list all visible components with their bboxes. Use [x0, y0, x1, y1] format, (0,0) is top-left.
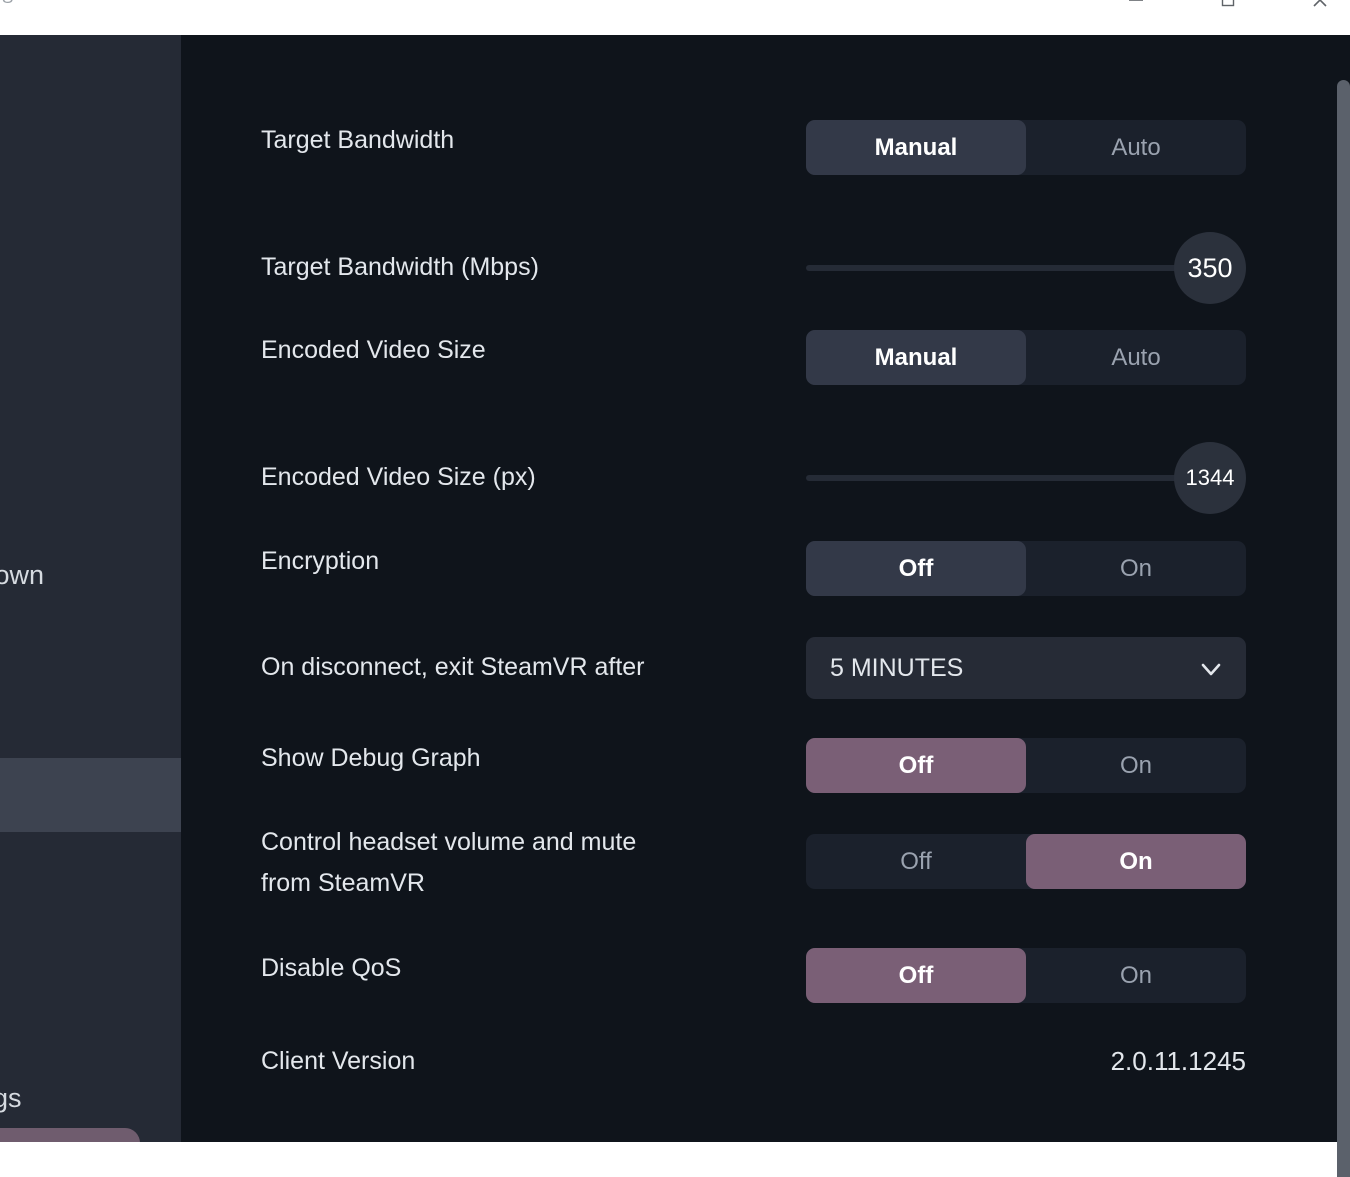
- segmented-control-encoded-video-size[interactable]: Manual Auto: [806, 330, 1246, 385]
- window-titlebar: S: [0, 0, 1350, 35]
- slider-target-bandwidth-mbps[interactable]: 350: [806, 232, 1246, 304]
- slider-thumb-value[interactable]: 350: [1174, 232, 1246, 304]
- setting-label: Encoded Video Size: [261, 336, 486, 364]
- setting-label: Encryption: [261, 547, 380, 575]
- setting-label: Target Bandwidth: [261, 126, 455, 154]
- slider-encoded-video-size-px[interactable]: 1344: [806, 442, 1246, 514]
- segmented-control-control-headset-volume[interactable]: Off On: [806, 834, 1246, 889]
- dropdown-exit-steamvr-after[interactable]: 5 MINUTES: [806, 637, 1246, 699]
- maximize-icon: [1217, 0, 1239, 11]
- slider-track[interactable]: [806, 475, 1230, 481]
- segment-option-auto[interactable]: Auto: [1026, 120, 1246, 175]
- vertical-scrollbar-thumb[interactable]: [1337, 80, 1350, 1177]
- minimize-button[interactable]: [1113, 0, 1159, 18]
- segmented-control-target-bandwidth[interactable]: Manual Auto: [806, 120, 1246, 175]
- settings-pane: Target Bandwidth Manual Auto Target Band…: [181, 35, 1350, 1142]
- setting-label: Client Version: [261, 1047, 416, 1075]
- setting-label: On disconnect, exit SteamVR after: [261, 653, 645, 681]
- segment-option-manual[interactable]: Manual: [806, 120, 1026, 175]
- close-icon: [1308, 0, 1332, 12]
- segment-option-on[interactable]: On: [1026, 541, 1246, 596]
- sidebar-action-button[interactable]: [0, 1128, 140, 1142]
- dropdown-selected-value: 5 MINUTES: [830, 654, 964, 682]
- setting-label: Control headset volume and mute from Ste…: [261, 828, 637, 897]
- maximize-button[interactable]: [1205, 0, 1251, 18]
- segment-option-on[interactable]: On: [1026, 948, 1246, 1003]
- segmented-control-encryption[interactable]: Off On: [806, 541, 1246, 596]
- segment-option-on[interactable]: On: [1026, 834, 1246, 889]
- setting-label: Show Debug Graph: [261, 744, 481, 772]
- setting-label: Disable QoS: [261, 954, 402, 982]
- setting-label: Target Bandwidth (Mbps): [261, 253, 539, 281]
- segment-option-off[interactable]: Off: [806, 948, 1026, 1003]
- sidebar-item-shutdown[interactable]: tdown: [0, 560, 44, 591]
- setting-label: Encoded Video Size (px): [261, 463, 536, 491]
- minimize-icon: [1125, 0, 1147, 11]
- segmented-control-disable-qos[interactable]: Off On: [806, 948, 1246, 1003]
- sidebar-selected-item[interactable]: [0, 758, 181, 832]
- segment-option-off[interactable]: Off: [806, 738, 1026, 793]
- close-button[interactable]: [1297, 0, 1343, 18]
- window-title: S: [2, 0, 13, 8]
- chevron-down-icon: [1198, 656, 1224, 682]
- segment-option-off[interactable]: Off: [806, 541, 1026, 596]
- slider-thumb-value[interactable]: 1344: [1174, 442, 1246, 514]
- segment-option-auto[interactable]: Auto: [1026, 330, 1246, 385]
- segment-option-manual[interactable]: Manual: [806, 330, 1026, 385]
- app-window: tdown ings Target Bandwidth Manual Auto …: [0, 35, 1350, 1177]
- segment-option-on[interactable]: On: [1026, 738, 1246, 793]
- sidebar-item-settings[interactable]: ings: [0, 1083, 22, 1114]
- slider-track[interactable]: [806, 265, 1230, 271]
- client-version-value: 2.0.11.1245: [1110, 1046, 1246, 1076]
- segmented-control-show-debug-graph[interactable]: Off On: [806, 738, 1246, 793]
- segment-option-off[interactable]: Off: [806, 834, 1026, 889]
- sidebar: tdown ings: [0, 35, 181, 1142]
